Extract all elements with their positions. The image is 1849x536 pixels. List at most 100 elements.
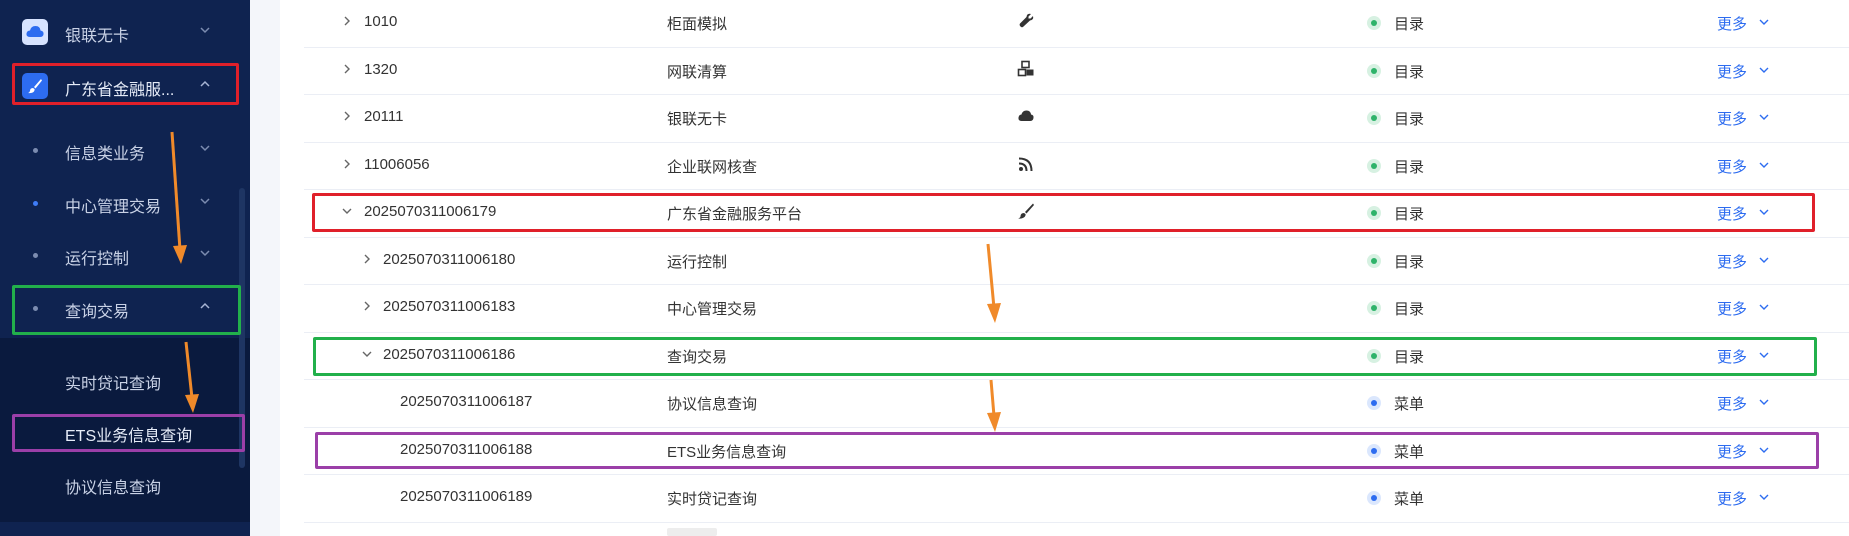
row-status: 目录 [1394, 63, 1425, 81]
row-name: 实时贷记查询 [667, 491, 758, 508]
chevron-right-icon[interactable] [340, 157, 354, 171]
sidebar-item-label: 银联无卡 [65, 28, 130, 45]
chevron-down-icon[interactable] [1757, 395, 1771, 409]
row-status: 目录 [1394, 301, 1425, 318]
table-row[interactable]: 2025070311006180 运行控制 目录 更多 [304, 238, 1849, 285]
bullet-dot [33, 253, 38, 258]
chevron-down-icon[interactable] [1757, 110, 1771, 124]
sidebar-item-label: 信息类业务 [65, 146, 146, 163]
sidebar-item-query-trade[interactable]: 查询交易 [0, 285, 250, 331]
chevron-right-icon[interactable] [360, 252, 374, 266]
chevron-down-icon [198, 246, 212, 260]
chevron-down-icon[interactable] [340, 204, 354, 218]
row-status: 目录 [1394, 206, 1425, 223]
row-code: 2025070311006183 [383, 298, 516, 315]
row-status: 目录 [1394, 111, 1425, 128]
more-link[interactable]: 更多 [1717, 108, 1747, 129]
content-gutter [250, 0, 280, 536]
chevron-down-icon[interactable] [1757, 490, 1771, 504]
chevron-right-icon[interactable] [360, 299, 374, 313]
wrench-icon [1017, 12, 1035, 30]
table-row[interactable]: 2025070311006186 查询交易 目录 更多 [304, 333, 1849, 380]
sidebar-item-center-management[interactable]: 中心管理交易 [0, 180, 250, 226]
chevron-right-icon[interactable] [340, 62, 354, 76]
table-row[interactable]: 1010 柜面模拟 目录 更多 [304, 0, 1849, 48]
table-row[interactable]: 2025070311006183 中心管理交易 目录 更多 [304, 285, 1849, 333]
sidebar-item-label: 广东省金融服... [65, 82, 175, 99]
row-status: 菜单 [1394, 396, 1425, 413]
status-indicator [1367, 348, 1381, 363]
more-link[interactable]: 更多 [1717, 393, 1747, 414]
chevron-down-icon [198, 194, 212, 208]
chevron-down-icon[interactable] [1757, 348, 1771, 362]
row-name: ETS业务信息查询 [667, 443, 787, 461]
chevron-down-icon [198, 141, 212, 155]
more-link[interactable]: 更多 [1717, 346, 1747, 367]
sidebar-scrollbar[interactable] [239, 188, 245, 468]
table-row[interactable]: 11006056 企业联网核查 目录 更多 [304, 143, 1849, 190]
row-code: 2025070311006179 [364, 203, 497, 220]
row-status: 菜单 [1394, 491, 1425, 508]
chevron-down-icon[interactable] [1757, 158, 1771, 172]
more-link[interactable]: 更多 [1717, 13, 1747, 34]
chevron-down-icon[interactable] [1757, 63, 1771, 77]
sidebar-item-run-control[interactable]: 运行控制 [0, 232, 250, 278]
sidebar-bottom [0, 522, 250, 536]
sidebar-item-label: 查询交易 [65, 304, 130, 321]
brush-icon [22, 73, 48, 99]
more-link[interactable]: 更多 [1717, 298, 1747, 319]
table-row[interactable]: 1320 网联清算 目录 更多 [304, 48, 1849, 95]
chevron-down-icon[interactable] [1757, 253, 1771, 267]
bullet-dot [33, 306, 38, 311]
chevron-down-icon[interactable] [1757, 15, 1771, 29]
status-indicator [1367, 443, 1381, 458]
row-name: 广东省金融服务平台 [667, 206, 803, 223]
more-link[interactable]: 更多 [1717, 251, 1747, 272]
status-indicator [1367, 253, 1381, 268]
chevron-down-icon[interactable] [360, 347, 374, 361]
more-link[interactable]: 更多 [1717, 156, 1747, 177]
sidebar-subitem-ets-info-query[interactable]: ETS业务信息查询 [0, 409, 250, 455]
sidebar-subitem-agreement-info-query[interactable]: 协议信息查询 [0, 461, 250, 507]
more-link[interactable]: 更多 [1717, 488, 1747, 509]
bullet-dot [33, 148, 38, 153]
table-row[interactable]: 20111 银联无卡 目录 更多 [304, 95, 1849, 143]
status-indicator [1367, 158, 1381, 173]
table-row[interactable]: 2025070311006179 广东省金融服务平台 目录 更多 [304, 190, 1849, 238]
sidebar-item-label: 运行控制 [65, 251, 130, 268]
row-name: 银联无卡 [667, 111, 728, 128]
more-link[interactable]: 更多 [1717, 61, 1747, 82]
status-indicator [1367, 301, 1381, 315]
chevron-right-icon[interactable] [340, 109, 354, 123]
row-status: 目录 [1394, 348, 1425, 366]
row-name: 运行控制 [667, 253, 728, 271]
chevron-down-icon[interactable] [1757, 300, 1771, 314]
table-row[interactable]: 2025070311006187 协议信息查询 菜单 更多 [304, 380, 1849, 428]
row-name: 协议信息查询 [667, 396, 758, 413]
more-link[interactable]: 更多 [1717, 441, 1747, 462]
sidebar-item-unionpay-cardless[interactable]: 银联无卡 [0, 9, 250, 55]
row-code: 2025070311006187 [400, 393, 533, 410]
sidebar-item-label: 实时贷记查询 [65, 376, 162, 393]
sidebar-item-guangdong-finance[interactable]: 广东省金融服... [0, 63, 250, 109]
chevron-up-icon [198, 299, 212, 313]
chevron-down-icon [198, 23, 212, 37]
chevron-down-icon[interactable] [1757, 443, 1771, 457]
chevron-down-icon[interactable] [1757, 205, 1771, 219]
sidebar-item-info-business[interactable]: 信息类业务 [0, 127, 250, 173]
status-indicator [1367, 491, 1381, 505]
table-row[interactable]: 2025070311006189 实时贷记查询 菜单 更多 [304, 475, 1849, 523]
table-row[interactable]: 2025070311006188 ETS业务信息查询 菜单 更多 [304, 428, 1849, 475]
row-name: 企业联网核查 [667, 158, 758, 176]
row-code: 2025070311006189 [400, 488, 533, 505]
status-indicator [1367, 396, 1381, 410]
chevron-up-icon [198, 77, 212, 91]
chevron-right-icon[interactable] [340, 14, 354, 28]
sidebar-subitem-realtime-credit-query[interactable]: 实时贷记查询 [0, 357, 250, 403]
row-code: 2025070311006188 [400, 440, 533, 458]
cloud-icon [1017, 107, 1035, 125]
sidebar-item-label: 中心管理交易 [65, 199, 162, 216]
row-status: 菜单 [1394, 443, 1425, 461]
cloud-icon [22, 19, 48, 45]
more-link[interactable]: 更多 [1717, 203, 1747, 224]
